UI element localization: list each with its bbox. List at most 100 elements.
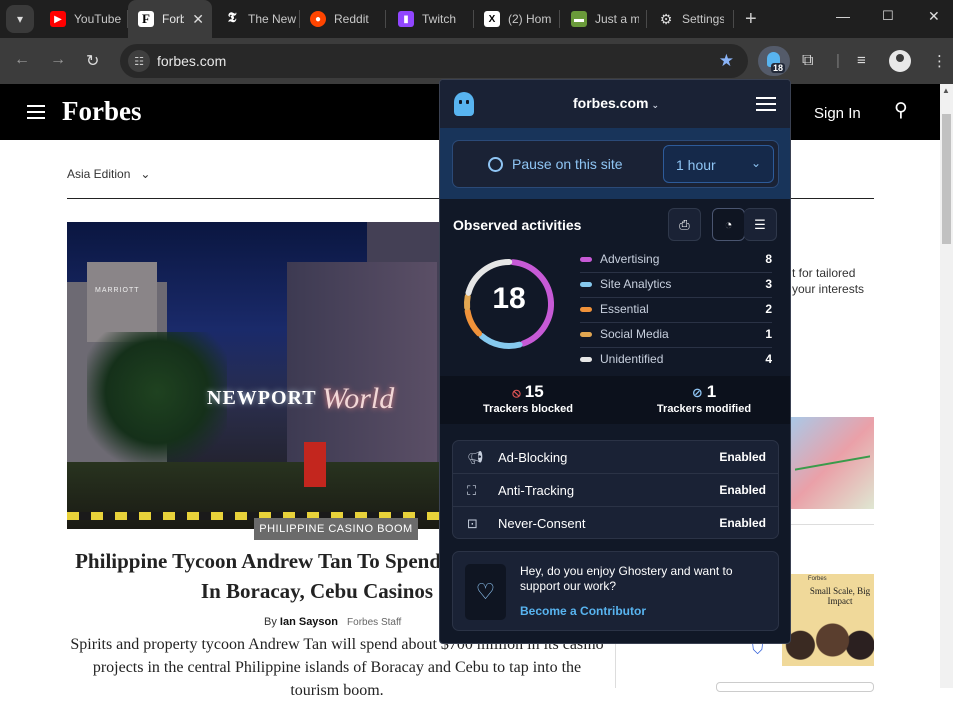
close-window-button[interactable]: ✕ [928, 8, 940, 25]
category-row[interactable]: Advertising 8 [580, 248, 772, 273]
feature-ad-blocking[interactable]: 📢︎ Ad-Blocking Enabled [453, 441, 778, 474]
forbes-icon: F [138, 11, 154, 27]
search-sparkle-icon[interactable]: ⚲ [894, 99, 908, 122]
tab-title: (2) Hom [508, 12, 552, 26]
reload-button[interactable]: ↻ [86, 51, 99, 71]
tab-image[interactable]: ▬ Just a m [561, 0, 647, 38]
sidebar-article-image[interactable] [790, 417, 874, 509]
blocked-icon: ⦸ [512, 385, 521, 400]
site-info-icon[interactable]: ☷ [128, 50, 150, 72]
media-controls-icon[interactable]: ≡ [857, 52, 866, 69]
author-name[interactable]: Ian Sayson [280, 616, 338, 628]
tracker-report-icon[interactable]: ⎙ [668, 208, 701, 241]
scroll-thumb[interactable] [942, 114, 951, 244]
byline-prefix: By [264, 616, 277, 628]
category-name: Site Analytics [600, 277, 672, 291]
category-row[interactable]: Unidentified 4 [580, 348, 772, 373]
contributor-card: ♡ Hey, do you enjoy Ghostery and want to… [452, 551, 779, 631]
contributor-message: Hey, do you enjoy Ghostery and want to s… [520, 564, 733, 593]
category-row[interactable]: Site Analytics 3 [580, 273, 772, 298]
more-menu-icon[interactable]: ⋮ [932, 52, 947, 70]
trackers-blocked-stat[interactable]: ⦸ 15 Trackers blocked [440, 382, 616, 415]
feature-never-consent[interactable]: ⊡ Never-Consent Enabled [453, 507, 778, 540]
address-bar[interactable]: ☷ forbes.com ★ [120, 44, 748, 78]
sign-in-link[interactable]: Sign In [814, 105, 861, 122]
tab-nyt[interactable]: 𝕿 The New [214, 0, 300, 38]
hamburger-menu-icon[interactable] [27, 105, 45, 119]
maximize-button[interactable]: ☐ [882, 8, 894, 24]
scan-icon: ⛶ [467, 483, 477, 498]
forward-button[interactable]: → [50, 51, 66, 69]
trackers-modified-count: 1 [706, 382, 717, 401]
category-color-dot [580, 332, 592, 337]
pause-circle-icon[interactable] [488, 157, 503, 172]
sidebar-magazine-image[interactable]: Forbes Small Scale, Big Impact [782, 574, 874, 666]
pause-button[interactable]: Pause on this site [512, 156, 623, 172]
pause-control: Pause on this site 1 hour ⌄ [452, 140, 779, 188]
category-count: 8 [765, 252, 772, 266]
protection-features: 📢︎ Ad-Blocking Enabled ⛶ Anti-Tracking E… [452, 440, 779, 539]
tab-title: Settings [682, 12, 724, 26]
article-tag[interactable]: PHILIPPINE CASINO BOOM [254, 518, 418, 540]
tracker-count-badge: 18 [771, 63, 786, 73]
window-alert-icon: ⊡ [467, 516, 478, 531]
scroll-up-arrow[interactable]: ▲ [942, 86, 950, 95]
page-scrollbar[interactable]: ▲ [940, 84, 953, 688]
reddit-icon: ● [310, 11, 326, 27]
edition-label: Asia Edition [67, 167, 131, 181]
chevron-down-icon: ⌄ [750, 156, 761, 170]
pause-duration-select[interactable]: 1 hour ⌄ [663, 145, 774, 183]
tab-youtube[interactable]: ▶ YouTube [40, 0, 128, 38]
trackers-blocked-count: 15 [524, 382, 544, 401]
tab-title: Reddit [334, 12, 369, 26]
youtube-icon: ▶ [50, 11, 66, 27]
category-name: Essential [600, 302, 649, 316]
close-tab-icon[interactable]: ✕ [192, 11, 204, 28]
category-row[interactable]: Essential 2 [580, 298, 772, 323]
category-color-dot [580, 307, 592, 312]
category-color-dot [580, 357, 592, 362]
ghostery-menu-icon[interactable] [756, 97, 776, 111]
pause-duration-value: 1 hour [676, 157, 716, 173]
back-button[interactable]: ← [14, 51, 30, 69]
category-color-dot [580, 282, 592, 287]
edition-selector[interactable]: Asia Edition ⌄ [67, 167, 150, 181]
category-list: Advertising 8 Site Analytics 3 Essential… [580, 248, 772, 373]
eye-slash-icon: ⊘ [691, 385, 703, 400]
tab-search-button[interactable]: ▾ [6, 5, 34, 33]
extensions-puzzle-icon[interactable]: ⧉ [802, 52, 813, 70]
x-icon: X [484, 11, 500, 27]
nyt-icon: 𝕿 [227, 11, 237, 26]
profile-avatar[interactable] [889, 50, 911, 72]
new-tab-button[interactable]: + [745, 8, 757, 31]
minimize-button[interactable]: — [836, 8, 850, 24]
chevron-down-icon: ▾ [16, 12, 24, 26]
category-row[interactable]: Social Media 1 [580, 323, 772, 348]
sidebar-promo-text: t for tailored your interests [792, 265, 864, 297]
domain-selector[interactable]: forbes.com ⌄ [440, 95, 790, 111]
list-view-icon[interactable]: ☰ [744, 208, 777, 241]
url-text[interactable]: forbes.com [157, 53, 226, 69]
category-count: 3 [765, 277, 772, 291]
trackers-modified-label: Trackers modified [656, 403, 752, 415]
tab-reddit[interactable]: ● Reddit [300, 0, 386, 38]
tab-settings[interactable]: ⚙ Settings [648, 0, 734, 38]
ghostery-extension-button[interactable]: 18 [758, 46, 790, 76]
tab-x[interactable]: X (2) Hom [474, 0, 560, 38]
world-sign: World [322, 382, 395, 415]
become-contributor-link[interactable]: Become a Contributor [520, 604, 646, 618]
image-icon: ▬ [571, 11, 587, 27]
total-trackers-count: 18 [492, 282, 526, 315]
feature-name: Ad-Blocking [498, 450, 568, 465]
hero-image[interactable]: MARRIOTT NEWPORT World [67, 222, 441, 529]
forbes-logo[interactable]: Forbes [62, 96, 141, 127]
tab-title: The New [248, 12, 297, 26]
sidebar-text-line: t for tailored [792, 266, 856, 280]
feature-anti-tracking[interactable]: ⛶ Anti-Tracking Enabled [453, 474, 778, 507]
chart-view-icon[interactable]: ◔ [712, 208, 745, 241]
tab-twitch[interactable]: ▮ Twitch [388, 0, 474, 38]
trackers-modified-stat[interactable]: ⊘ 1 Trackers modified [616, 382, 790, 415]
tab-forbes[interactable]: F Forbes ✕ [128, 0, 212, 38]
bookmark-star-icon[interactable]: ★ [719, 51, 734, 71]
browser-toolbar: ← → ↻ ☷ forbes.com ★ 18 ⧉ | ≡ ⋮ [0, 38, 953, 84]
